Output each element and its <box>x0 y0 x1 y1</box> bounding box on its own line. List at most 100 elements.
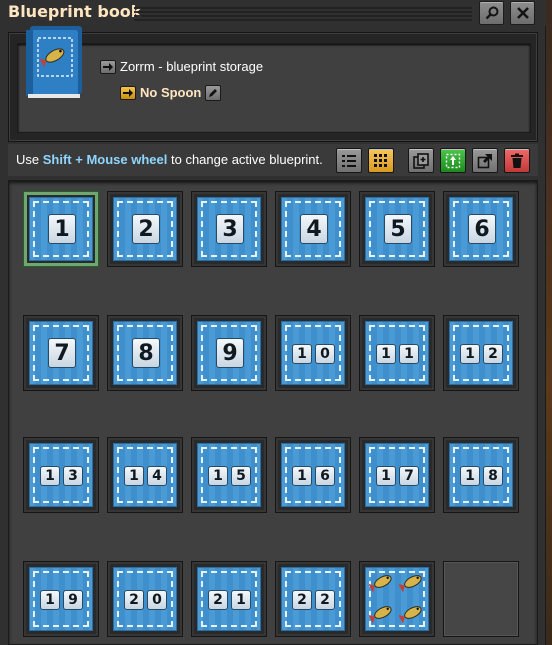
scroll-hint: Use Shift + Mouse wheel to change active… <box>16 152 323 167</box>
slot-number-digit: 1 <box>292 466 312 486</box>
book-header <box>8 32 538 142</box>
blueprint-icon <box>365 567 429 631</box>
blueprint-slot[interactable] <box>359 561 435 637</box>
blueprint-slot[interactable]: 4 <box>275 191 351 267</box>
blueprint-slot[interactable]: 19 <box>23 561 99 637</box>
blueprint-slot[interactable]: 13 <box>23 437 99 513</box>
slot-number: 2 <box>132 214 160 244</box>
blueprint-slot[interactable]: 12 <box>443 315 519 391</box>
delete-button[interactable] <box>504 148 530 173</box>
blueprint-icon: 9 <box>197 321 261 385</box>
slot-number-digit: 0 <box>147 590 167 610</box>
slot-number: 6 <box>468 214 496 244</box>
blueprint-slot[interactable]: 6 <box>443 191 519 267</box>
blueprint-slot[interactable]: 16 <box>275 437 351 513</box>
export-string-button[interactable] <box>472 148 498 173</box>
blueprint-slot[interactable]: 21 <box>191 561 267 637</box>
blueprint-slot[interactable]: 1 <box>23 191 99 267</box>
fish-icon <box>398 572 425 593</box>
fish-icon <box>398 603 425 624</box>
blueprint-icon: 12 <box>449 321 513 385</box>
blueprint-icon: 5 <box>365 197 429 261</box>
blueprint-icon: 6 <box>449 197 513 261</box>
blueprint-icon: 8 <box>113 321 177 385</box>
slot-number-digit: 1 <box>399 344 419 364</box>
slot-number: 8 <box>132 338 160 368</box>
blueprint-slot[interactable]: 7 <box>23 315 99 391</box>
rename-button[interactable] <box>205 85 221 101</box>
slot-number-digit: 1 <box>231 590 251 610</box>
blueprint-icon: 11 <box>365 321 429 385</box>
close-button[interactable] <box>510 1 535 25</box>
fish-icon <box>368 572 395 593</box>
blueprint-icon: 13 <box>29 443 93 507</box>
arrow-right-icon <box>103 63 113 71</box>
grid-icon <box>374 153 387 167</box>
blueprint-slot[interactable]: 8 <box>107 315 183 391</box>
book-header-inner <box>17 43 531 133</box>
blueprint-icon: 17 <box>365 443 429 507</box>
slot-number-digit: 1 <box>208 466 228 486</box>
blueprint-slot[interactable]: 14 <box>107 437 183 513</box>
blueprint-slot[interactable]: 3 <box>191 191 267 267</box>
grid-view-button[interactable] <box>368 148 394 173</box>
drag-handle[interactable] <box>134 7 472 21</box>
copy-button[interactable] <box>408 148 434 173</box>
fish-icon <box>368 603 395 624</box>
blueprint-slot[interactable]: 17 <box>359 437 435 513</box>
slot-number-digit: 8 <box>483 466 503 486</box>
blueprint-slot[interactable]: 11 <box>359 315 435 391</box>
active-blueprint-button[interactable] <box>120 86 136 100</box>
blueprint-slot[interactable]: 5 <box>359 191 435 267</box>
slot-number-digit: 4 <box>147 466 167 486</box>
slot-number: 9 <box>216 338 244 368</box>
slot-number-digit: 3 <box>63 466 83 486</box>
slot-number-digit: 0 <box>315 344 335 364</box>
select-area-button[interactable] <box>440 148 466 173</box>
slot-number-digit: 1 <box>460 344 480 364</box>
blueprint-icon: 16 <box>281 443 345 507</box>
hint-keys: Shift + Mouse wheel <box>42 152 168 167</box>
blueprint-slot[interactable]: 18 <box>443 437 519 513</box>
slot-number-digit: 2 <box>315 590 335 610</box>
slot-number-digit: 2 <box>483 344 503 364</box>
list-view-button[interactable] <box>336 148 362 173</box>
blueprint-icon: 14 <box>113 443 177 507</box>
toolbar: Use Shift + Mouse wheel to change active… <box>8 144 538 176</box>
slot-number-digit: 2 <box>208 590 228 610</box>
slot-number-digit: 1 <box>460 466 480 486</box>
blueprint-icon: 10 <box>281 321 345 385</box>
search-button[interactable] <box>479 1 504 25</box>
slot-number-digit: 1 <box>376 466 396 486</box>
slot-number: 3 <box>216 214 244 244</box>
slot-number: 4 <box>300 214 328 244</box>
slot-number-digit: 7 <box>399 466 419 486</box>
blueprint-icon: 4 <box>281 197 345 261</box>
search-icon <box>485 6 498 20</box>
blueprint-icon: 20 <box>113 567 177 631</box>
blueprint-slot-grid: 12345678910111213141516171819202122 <box>8 180 538 645</box>
empty-slot[interactable] <box>443 561 519 637</box>
blueprint-icon: 3 <box>197 197 261 261</box>
slot-number-digit: 1 <box>376 344 396 364</box>
slot-number-digit: 6 <box>315 466 335 486</box>
blueprint-slot[interactable]: 10 <box>275 315 351 391</box>
list-icon <box>342 154 356 167</box>
close-icon <box>516 7 529 19</box>
blueprint-slot[interactable]: 22 <box>275 561 351 637</box>
slot-number-digit: 2 <box>124 590 144 610</box>
blueprint-book-icon[interactable] <box>24 22 86 100</box>
blueprint-slot[interactable]: 20 <box>107 561 183 637</box>
hint-prefix: Use <box>16 152 40 167</box>
blueprint-slot[interactable]: 9 <box>191 315 267 391</box>
blueprint-icon: 21 <box>197 567 261 631</box>
book-name: Zorrm - blueprint storage <box>120 59 264 74</box>
blueprint-icon: 22 <box>281 567 345 631</box>
book-select-button[interactable] <box>100 60 116 74</box>
select-area-icon <box>445 153 461 168</box>
blueprint-slot[interactable]: 2 <box>107 191 183 267</box>
slot-number-digit: 1 <box>292 344 312 364</box>
slot-number-digit: 1 <box>124 466 144 486</box>
blueprint-icon: 7 <box>29 321 93 385</box>
blueprint-slot[interactable]: 15 <box>191 437 267 513</box>
